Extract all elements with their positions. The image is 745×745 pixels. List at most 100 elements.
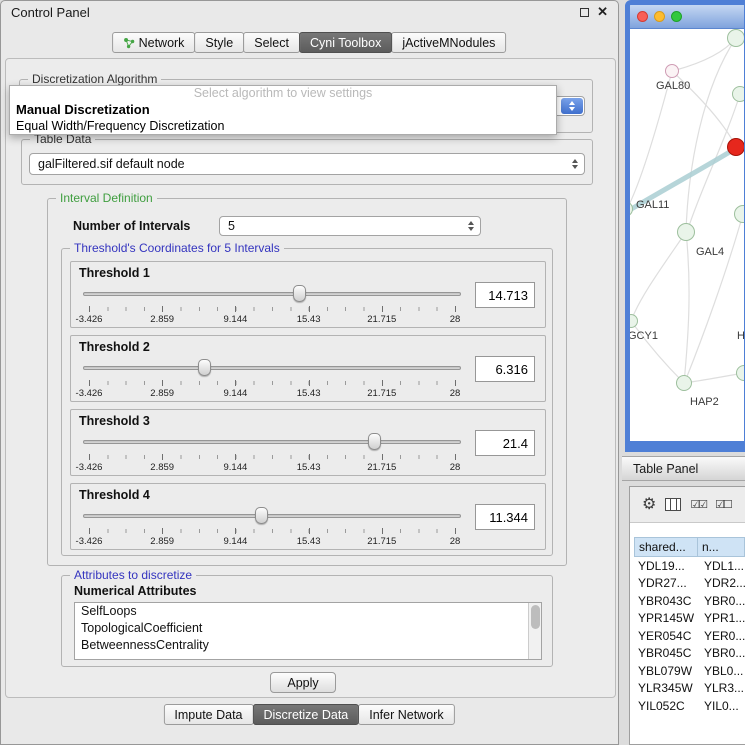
network-node[interactable] <box>665 64 679 78</box>
threshold-value-field[interactable]: 11.344 <box>475 504 535 530</box>
table-cell: YBL079W <box>634 664 698 678</box>
slider-track[interactable] <box>83 514 461 518</box>
attribute-list-item[interactable]: SelfLoops <box>75 603 541 620</box>
table-cell: YDR2... <box>698 576 745 590</box>
combo-stepper-icon[interactable] <box>561 98 583 114</box>
tick-label: 21.715 <box>367 462 396 473</box>
threshold-value-field[interactable]: 14.713 <box>475 282 535 308</box>
table-data-combo-value: galFiltered.sif default node <box>38 157 185 171</box>
network-node-label: GAL80 <box>656 80 690 92</box>
float-window-icon[interactable] <box>580 8 589 17</box>
table-row[interactable]: YDL19...YDL1... <box>630 557 745 575</box>
control-panel-titlebar: Control Panel ✕ <box>1 1 618 23</box>
network-window-titlebar[interactable] <box>630 5 744 29</box>
tick-label: 2.859 <box>150 388 174 399</box>
tab-infer-network[interactable]: Infer Network <box>358 704 454 725</box>
tick-mark <box>382 454 383 460</box>
tick-label: 9.144 <box>224 388 248 399</box>
zoom-traffic-icon[interactable] <box>671 11 682 22</box>
tick-label: 9.144 <box>224 314 248 325</box>
threshold-slider[interactable]: -3.4262.8599.14415.4321.71528 <box>83 284 461 326</box>
scrollbar-thumb[interactable] <box>531 605 540 629</box>
dropdown-hint-option[interactable]: Select algorithm to view settings <box>10 86 556 102</box>
tab-label: Discretize Data <box>264 708 349 722</box>
tab-discretize-data[interactable]: Discretize Data <box>253 704 360 725</box>
network-node[interactable] <box>676 375 692 391</box>
table-row[interactable]: YER054CYER0... <box>630 627 745 645</box>
tab-jactivemnodules[interactable]: jActiveMNodules <box>391 32 506 53</box>
toggle-columns-icon[interactable]: ☑☐ <box>715 498 731 511</box>
columns-icon[interactable] <box>665 498 681 511</box>
tick-label: 21.715 <box>367 388 396 399</box>
tab-label: Select <box>254 36 289 50</box>
tick-mark <box>89 528 90 534</box>
numerical-attributes-list[interactable]: SelfLoopsTopologicalCoefficientBetweenne… <box>74 602 542 660</box>
discretization-algorithm-group-label: Discretization Algorithm <box>28 72 161 86</box>
threshold-label: Threshold 2 <box>79 340 150 354</box>
table-row[interactable]: YIL052CYIL0... <box>630 697 745 715</box>
slider-track[interactable] <box>83 440 461 444</box>
gear-icon[interactable]: ⚙ <box>642 497 656 513</box>
threshold-slider[interactable]: -3.4262.8599.14415.4321.71528 <box>83 432 461 474</box>
network-canvas[interactable]: GAL80GAL11GAL4GCY1HHAP2 <box>630 29 744 441</box>
column-header-shared-name[interactable]: shared... <box>634 537 698 557</box>
tick-mark <box>235 454 236 460</box>
tick-mark <box>235 306 236 312</box>
network-node[interactable] <box>732 86 744 102</box>
table-data-combo[interactable]: galFiltered.sif default node <box>29 153 585 175</box>
tick-mark <box>89 454 90 460</box>
tick-mark <box>235 528 236 534</box>
slider-major-ticks <box>89 454 455 460</box>
slider-track[interactable] <box>83 366 461 370</box>
table-row[interactable]: YBR043CYBR0... <box>630 592 745 610</box>
threshold-label: Threshold 1 <box>79 266 150 280</box>
tick-label: 2.859 <box>150 314 174 325</box>
table-cell: YDL1... <box>698 559 745 573</box>
network-node[interactable] <box>677 223 695 241</box>
dropdown-option-equal-width[interactable]: Equal Width/Frequency Discretization <box>10 118 556 134</box>
close-icon[interactable]: ✕ <box>597 4 608 20</box>
number-of-intervals-combo[interactable]: 5 <box>219 216 481 236</box>
network-node[interactable] <box>727 29 744 47</box>
scrollbar[interactable] <box>528 603 541 659</box>
tab-label: Infer Network <box>369 708 443 722</box>
slider-thumb[interactable] <box>293 285 306 302</box>
tab-impute-data[interactable]: Impute Data <box>163 704 253 725</box>
slider-thumb[interactable] <box>255 507 268 524</box>
table-row[interactable]: YBL079WYBL0... <box>630 662 745 680</box>
slider-thumb[interactable] <box>198 359 211 376</box>
tick-label: -3.426 <box>76 462 103 473</box>
tab-select[interactable]: Select <box>243 32 300 53</box>
slider-major-ticks <box>89 528 455 534</box>
minimize-traffic-icon[interactable] <box>654 11 665 22</box>
dropdown-option-manual-discretization[interactable]: Manual Discretization <box>10 102 556 118</box>
attribute-list-item[interactable]: TopologicalCoefficient <box>75 620 541 637</box>
table-row[interactable]: YPR145WYPR1... <box>630 610 745 628</box>
tab-style[interactable]: Style <box>194 32 244 53</box>
table-row[interactable]: YLR345WYLR3... <box>630 680 745 698</box>
slider-tick-labels: -3.4262.8599.14415.4321.71528 <box>89 462 455 473</box>
threshold-value-field[interactable]: 21.4 <box>475 430 535 456</box>
slider-track[interactable] <box>83 292 461 296</box>
slider-thumb[interactable] <box>368 433 381 450</box>
tick-mark <box>455 528 456 534</box>
attribute-list-item[interactable]: BetweennessCentrality <box>75 637 541 654</box>
table-row[interactable]: YDR27...YDR2... <box>630 575 745 593</box>
column-header-name[interactable]: n... <box>698 537 745 557</box>
tick-mark <box>382 528 383 534</box>
tab-network[interactable]: Network <box>112 32 196 53</box>
network-node[interactable] <box>727 138 744 156</box>
table-cell: YBR0... <box>698 646 745 660</box>
select-all-columns-icon[interactable]: ☑☑ <box>690 498 706 511</box>
table-row[interactable]: YBR045CYBR0... <box>630 645 745 663</box>
close-traffic-icon[interactable] <box>637 11 648 22</box>
threshold-value-field[interactable]: 6.316 <box>475 356 535 382</box>
threshold-slider[interactable]: -3.4262.8599.14415.4321.71528 <box>83 358 461 400</box>
table-cell: YIL0... <box>698 699 745 713</box>
tick-label: 9.144 <box>224 462 248 473</box>
algorithm-dropdown-popup: Select algorithm to view settings Manual… <box>9 85 557 135</box>
threshold-slider[interactable]: -3.4262.8599.14415.4321.71528 <box>83 506 461 548</box>
tab-cyni-toolbox[interactable]: Cyni Toolbox <box>299 32 392 53</box>
apply-button[interactable]: Apply <box>270 672 336 693</box>
table-cell: YER054C <box>634 629 698 643</box>
